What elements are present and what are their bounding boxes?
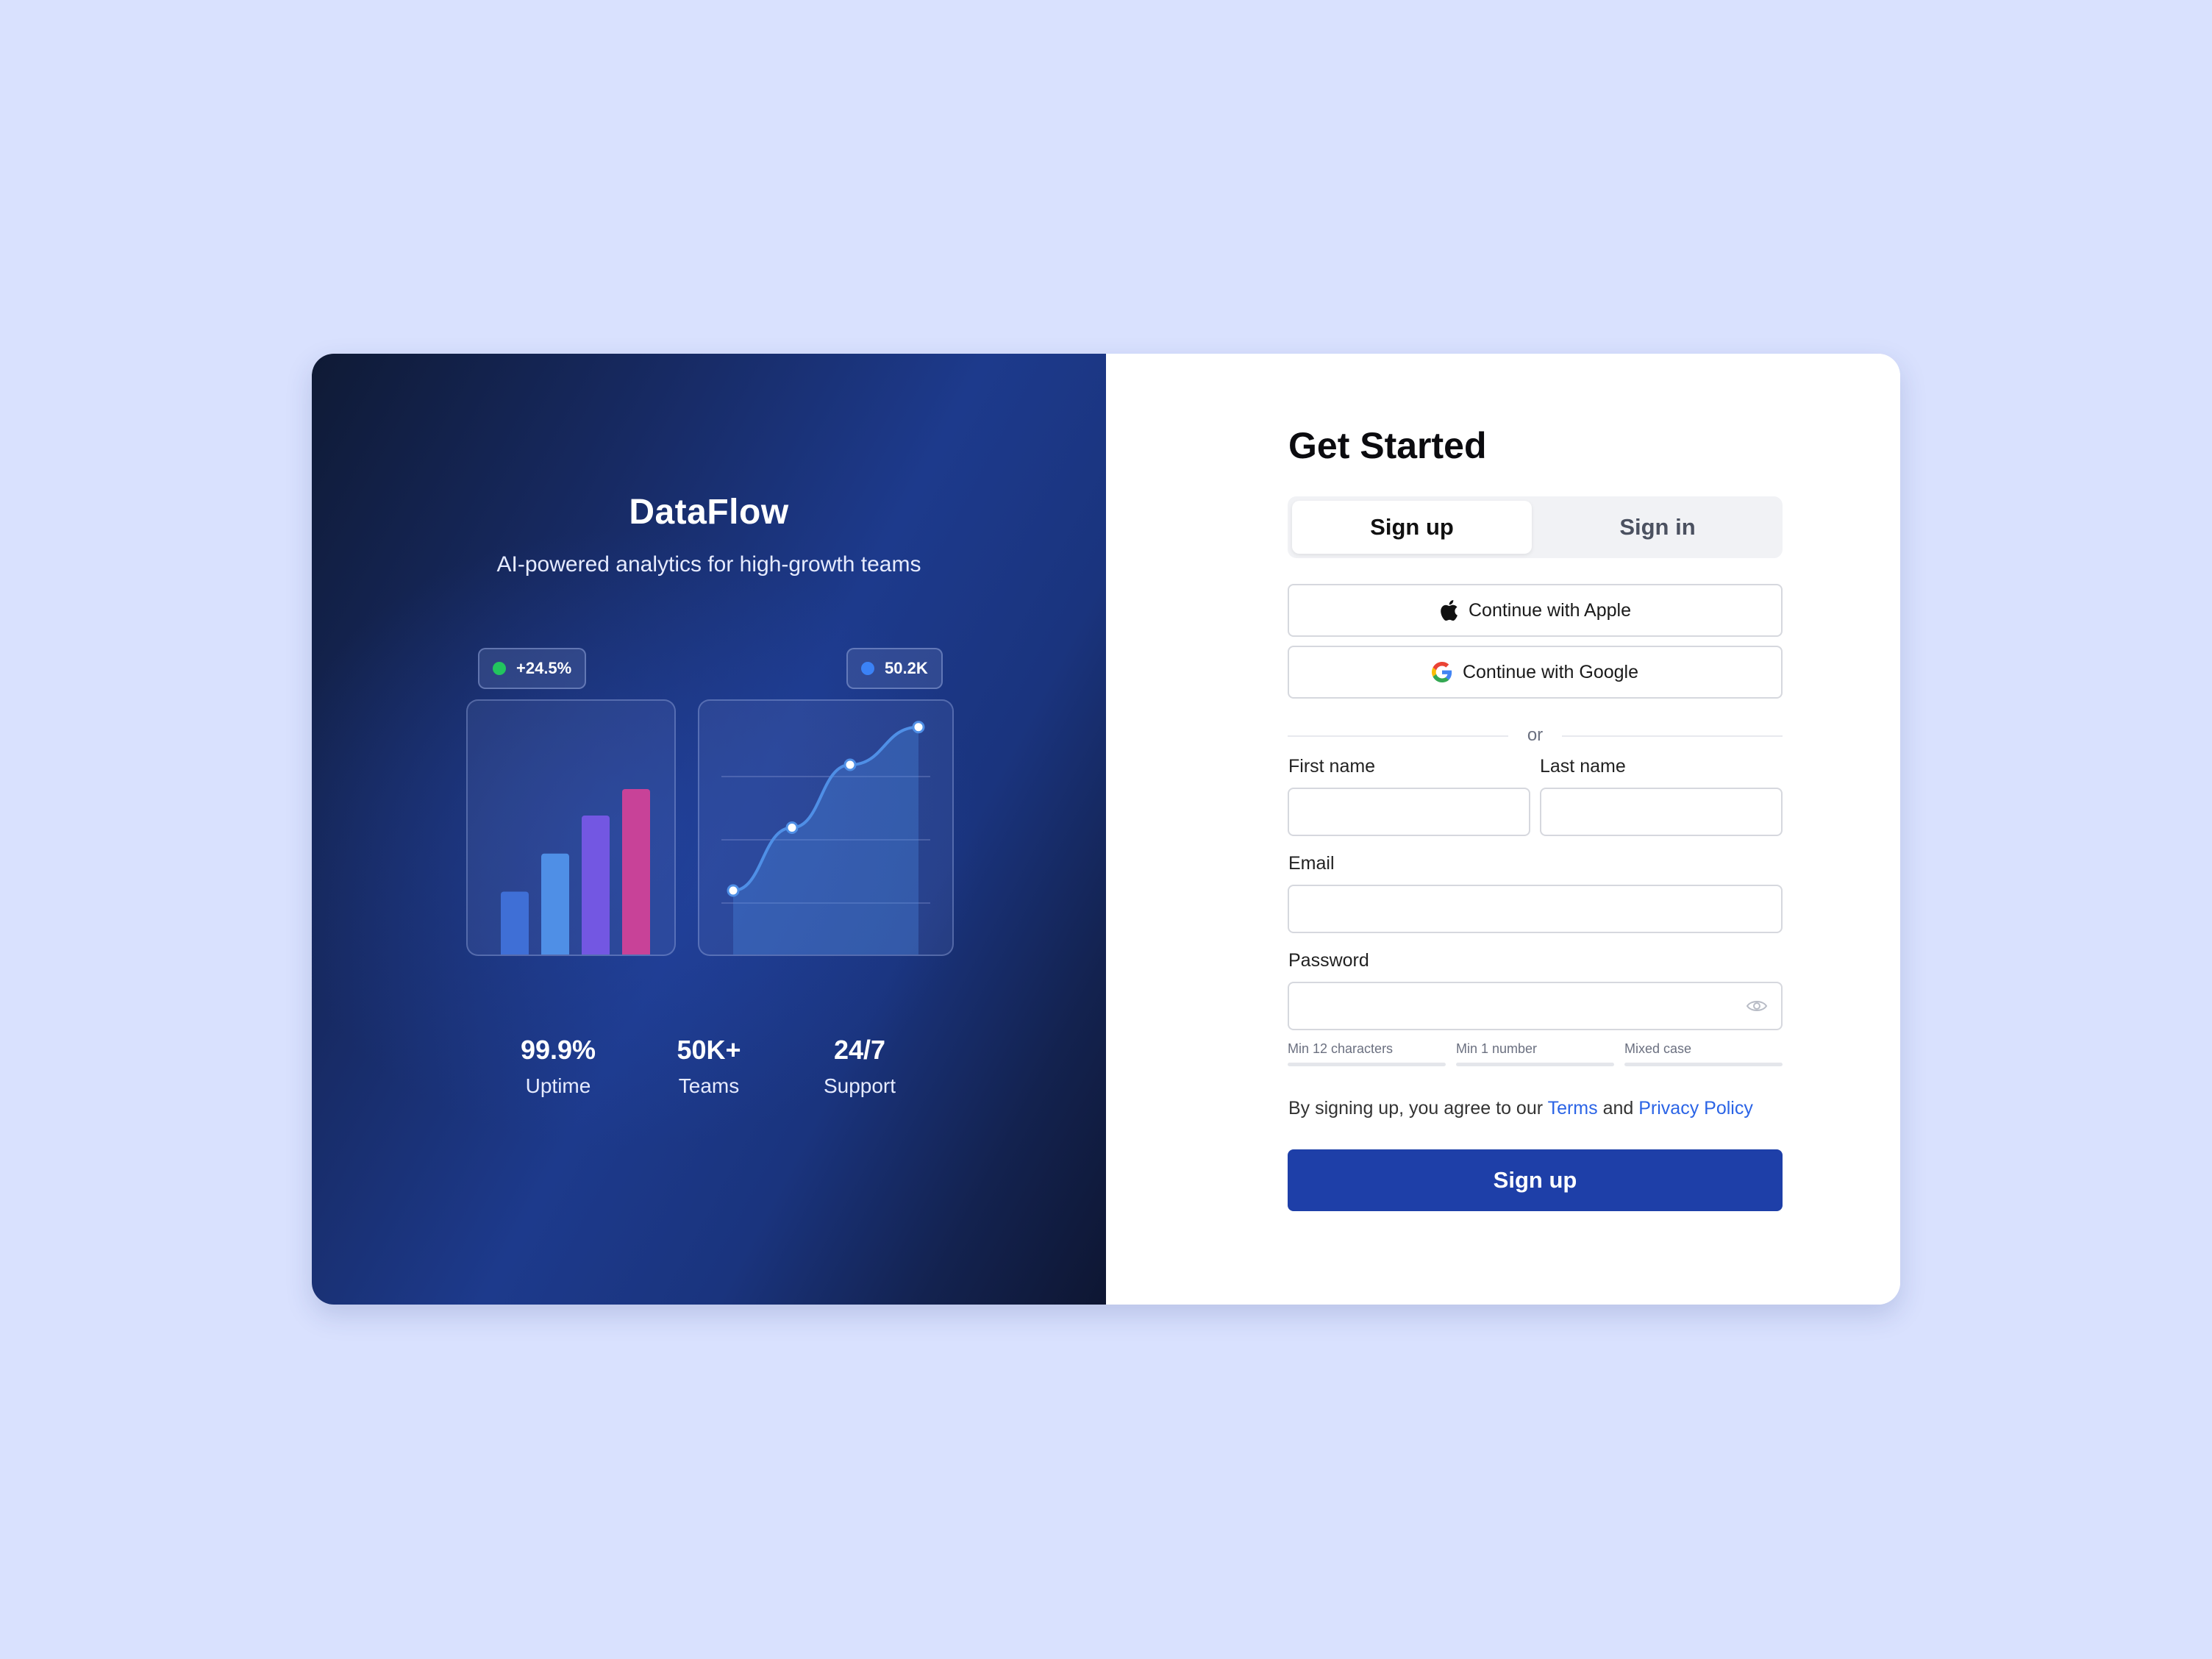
auth-tabs: Sign up Sign in — [1288, 496, 1783, 558]
blue-dot-icon — [861, 662, 874, 675]
hint-bar — [1456, 1063, 1614, 1066]
growth-badge: +24.5% — [478, 648, 587, 689]
stat-support: 24/7 Support — [786, 1035, 933, 1098]
tab-sign-in[interactable]: Sign in — [1538, 501, 1777, 554]
password-hint-number: Min 1 number — [1456, 1041, 1614, 1066]
brand-name: DataFlow — [629, 493, 789, 532]
signup-card: DataFlow AI-powered analytics for high-g… — [312, 354, 1900, 1305]
line-point — [727, 884, 740, 897]
stat-teams: 50K+ Teams — [635, 1035, 782, 1098]
email-input[interactable] — [1288, 885, 1783, 933]
brand-tagline: AI-powered analytics for high-growth tea… — [496, 552, 921, 577]
legal-text: By signing up, you agree to our Terms an… — [1288, 1098, 1753, 1119]
google-signin-button[interactable]: Continue with Google — [1288, 646, 1783, 699]
password-hint-case: Mixed case — [1624, 1041, 1783, 1066]
bar-chart — [501, 789, 650, 955]
hint-text: Mixed case — [1624, 1041, 1692, 1056]
legal-and: and — [1602, 1098, 1634, 1119]
sign-up-button[interactable]: Sign up — [1288, 1149, 1783, 1211]
line-point — [912, 721, 925, 734]
tab-sign-up[interactable]: Sign up — [1292, 501, 1532, 554]
hint-text: Min 1 number — [1456, 1041, 1538, 1056]
line-chart — [721, 721, 930, 955]
line-point — [843, 758, 857, 771]
or-divider: or — [1288, 725, 1783, 747]
privacy-policy-link[interactable]: Privacy Policy — [1638, 1098, 1753, 1119]
chart-bar — [501, 891, 529, 955]
password-label: Password — [1288, 950, 1369, 971]
stat-value: 24/7 — [833, 1035, 886, 1065]
line-chart-card — [698, 699, 954, 956]
stat-label: Uptime — [525, 1074, 591, 1097]
eye-icon[interactable] — [1746, 999, 1768, 1013]
count-badge: 50.2K — [846, 648, 943, 689]
apple-icon — [1441, 600, 1458, 621]
apple-signin-button[interactable]: Continue with Apple — [1288, 584, 1783, 637]
chart-bar — [622, 789, 650, 955]
page-title: Get Started — [1288, 425, 1487, 466]
password-hint-length: Min 12 characters — [1288, 1041, 1446, 1066]
google-icon — [1431, 662, 1452, 682]
hint-bar — [1624, 1063, 1783, 1066]
growth-badge-value: +24.5% — [516, 659, 572, 677]
apple-signin-label: Continue with Apple — [1469, 599, 1631, 621]
signup-form: Get Started Sign up Sign in Continue wit… — [1106, 354, 1900, 1305]
last-name-label: Last name — [1540, 756, 1626, 777]
line-area — [733, 727, 918, 955]
divider-text: or — [1527, 725, 1544, 745]
google-signin-label: Continue with Google — [1462, 661, 1639, 682]
line-point — [785, 821, 799, 834]
green-dot-icon — [493, 662, 506, 675]
stat-value: 99.9% — [520, 1035, 596, 1065]
legal-prefix: By signing up, you agree to our — [1288, 1098, 1544, 1119]
hero-panel: DataFlow AI-powered analytics for high-g… — [312, 354, 1106, 1305]
chart-bar — [582, 816, 610, 955]
stat-label: Support — [823, 1074, 896, 1097]
hint-bar — [1288, 1063, 1446, 1066]
terms-link[interactable]: Terms — [1548, 1098, 1598, 1119]
first-name-label: First name — [1288, 756, 1376, 777]
hint-text: Min 12 characters — [1288, 1041, 1394, 1056]
stat-value: 50K+ — [677, 1035, 741, 1065]
bar-chart-card — [466, 699, 676, 956]
stat-label: Teams — [678, 1074, 740, 1097]
count-badge-value: 50.2K — [885, 659, 928, 677]
chart-bar — [541, 853, 569, 955]
stat-uptime: 99.9% Uptime — [485, 1035, 632, 1098]
email-label: Email — [1288, 853, 1335, 874]
last-name-input[interactable] — [1540, 788, 1783, 836]
first-name-input[interactable] — [1288, 788, 1530, 836]
password-input[interactable] — [1288, 982, 1783, 1030]
